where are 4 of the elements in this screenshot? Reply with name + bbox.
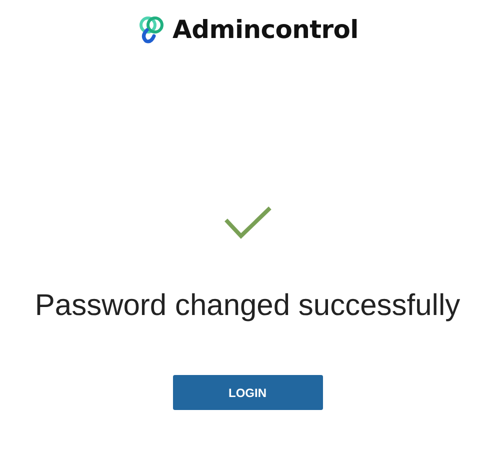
brand-name: Admincontrol: [172, 14, 358, 44]
login-button[interactable]: LOGIN: [172, 375, 322, 410]
checkmark-icon: [224, 206, 272, 239]
success-message: Password changed successfully: [34, 289, 460, 323]
